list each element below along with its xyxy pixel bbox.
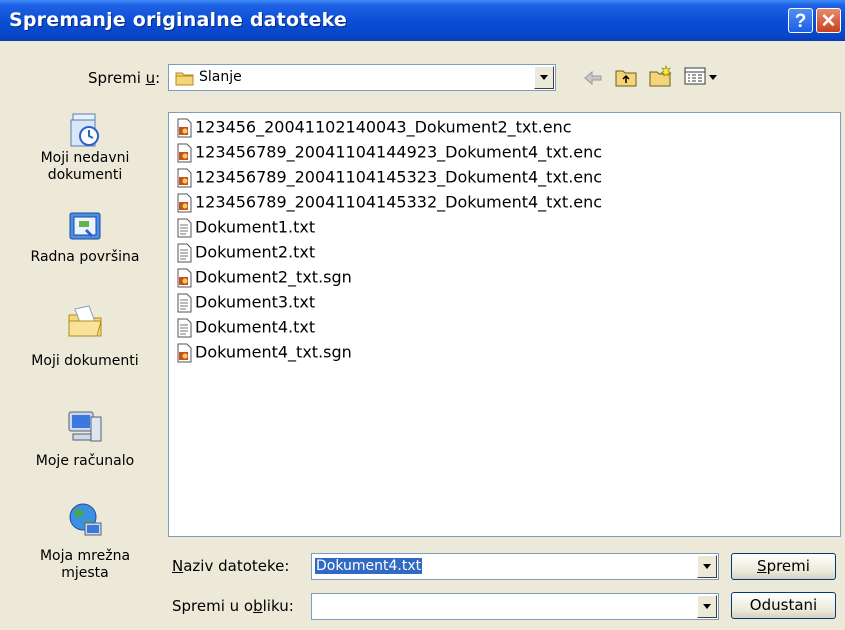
place-recent-documents[interactable]: Moji nedavni dokumenti — [5, 110, 165, 184]
list-item[interactable]: 123456789_20041104145323_Dokument4_txt.e… — [175, 165, 602, 189]
places-bar: Moji nedavni dokumenti Radna površina Mo… — [5, 105, 165, 615]
certificate-file-icon — [177, 143, 192, 162]
filename-label: Naziv datoteke: — [172, 557, 290, 575]
save-in-dropdown-arrow[interactable] — [534, 66, 554, 89]
certificate-file-icon — [177, 193, 192, 212]
list-item[interactable]: Dokument2_txt.sgn — [175, 265, 352, 289]
recent-documents-icon — [70, 113, 99, 147]
title-bar[interactable]: Spremanje originalne datoteke ? ✕ — [0, 0, 845, 41]
close-button[interactable]: ✕ — [816, 8, 841, 33]
text-file-icon — [177, 293, 192, 312]
my-computer-icon — [68, 411, 102, 442]
my-documents-icon — [68, 305, 102, 337]
list-item[interactable]: Dokument3.txt — [175, 290, 315, 314]
back-icon[interactable] — [582, 68, 604, 88]
network-places-icon — [69, 503, 102, 536]
save-button[interactable]: Spremi — [731, 553, 836, 580]
save-in-value: Slanje — [199, 69, 242, 85]
create-new-folder-icon[interactable] — [648, 64, 674, 88]
certificate-file-icon — [177, 118, 192, 137]
text-file-icon — [177, 218, 192, 237]
text-file-icon — [177, 243, 192, 262]
view-menu-icon[interactable] — [684, 66, 720, 88]
file-list[interactable]: 123456_20041102140043_Dokument2_txt.enc … — [168, 112, 841, 537]
list-item[interactable]: 123456789_20041104144923_Dokument4_txt.e… — [175, 140, 602, 164]
list-item[interactable]: Dokument4_txt.sgn — [175, 340, 352, 364]
filename-input[interactable]: Dokument4.txt — [311, 553, 719, 580]
place-my-computer[interactable]: Moje računalo — [5, 407, 165, 470]
certificate-file-icon — [177, 268, 192, 287]
certificate-file-icon — [177, 168, 192, 187]
window-title: Spremanje originalne datoteke — [9, 9, 347, 31]
cancel-button[interactable]: Odustani — [731, 592, 836, 619]
list-item[interactable]: 123456_20041102140043_Dokument2_txt.enc — [175, 115, 572, 139]
filetype-label: Spremi u obliku: — [172, 597, 294, 615]
list-item[interactable]: Dokument4.txt — [175, 315, 315, 339]
place-desktop[interactable]: Radna površina — [5, 209, 165, 266]
filetype-dropdown[interactable] — [311, 593, 719, 620]
text-file-icon — [177, 318, 192, 337]
list-item[interactable]: 123456789_20041104145332_Dokument4_txt.e… — [175, 190, 602, 214]
save-dialog: Spremanje originalne datoteke ? ✕ Spremi… — [0, 0, 845, 630]
save-in-label: Spremi u: — [88, 69, 161, 87]
folder-icon — [175, 72, 194, 86]
help-button[interactable]: ? — [788, 8, 813, 33]
list-item[interactable]: Dokument2.txt — [175, 240, 315, 264]
certificate-file-icon — [177, 343, 192, 362]
desktop-icon — [69, 212, 101, 240]
filename-dropdown-arrow[interactable] — [697, 555, 717, 578]
filetype-dropdown-arrow[interactable] — [697, 595, 717, 618]
filename-value: Dokument4.txt — [315, 558, 423, 574]
save-in-dropdown[interactable]: Slanje — [168, 64, 556, 91]
up-one-level-icon[interactable] — [614, 66, 638, 88]
list-item[interactable]: Dokument1.txt — [175, 215, 315, 239]
place-my-documents[interactable]: Moji dokumenti — [5, 301, 165, 370]
place-network-places[interactable]: Moja mrežna mjesta — [5, 501, 165, 582]
